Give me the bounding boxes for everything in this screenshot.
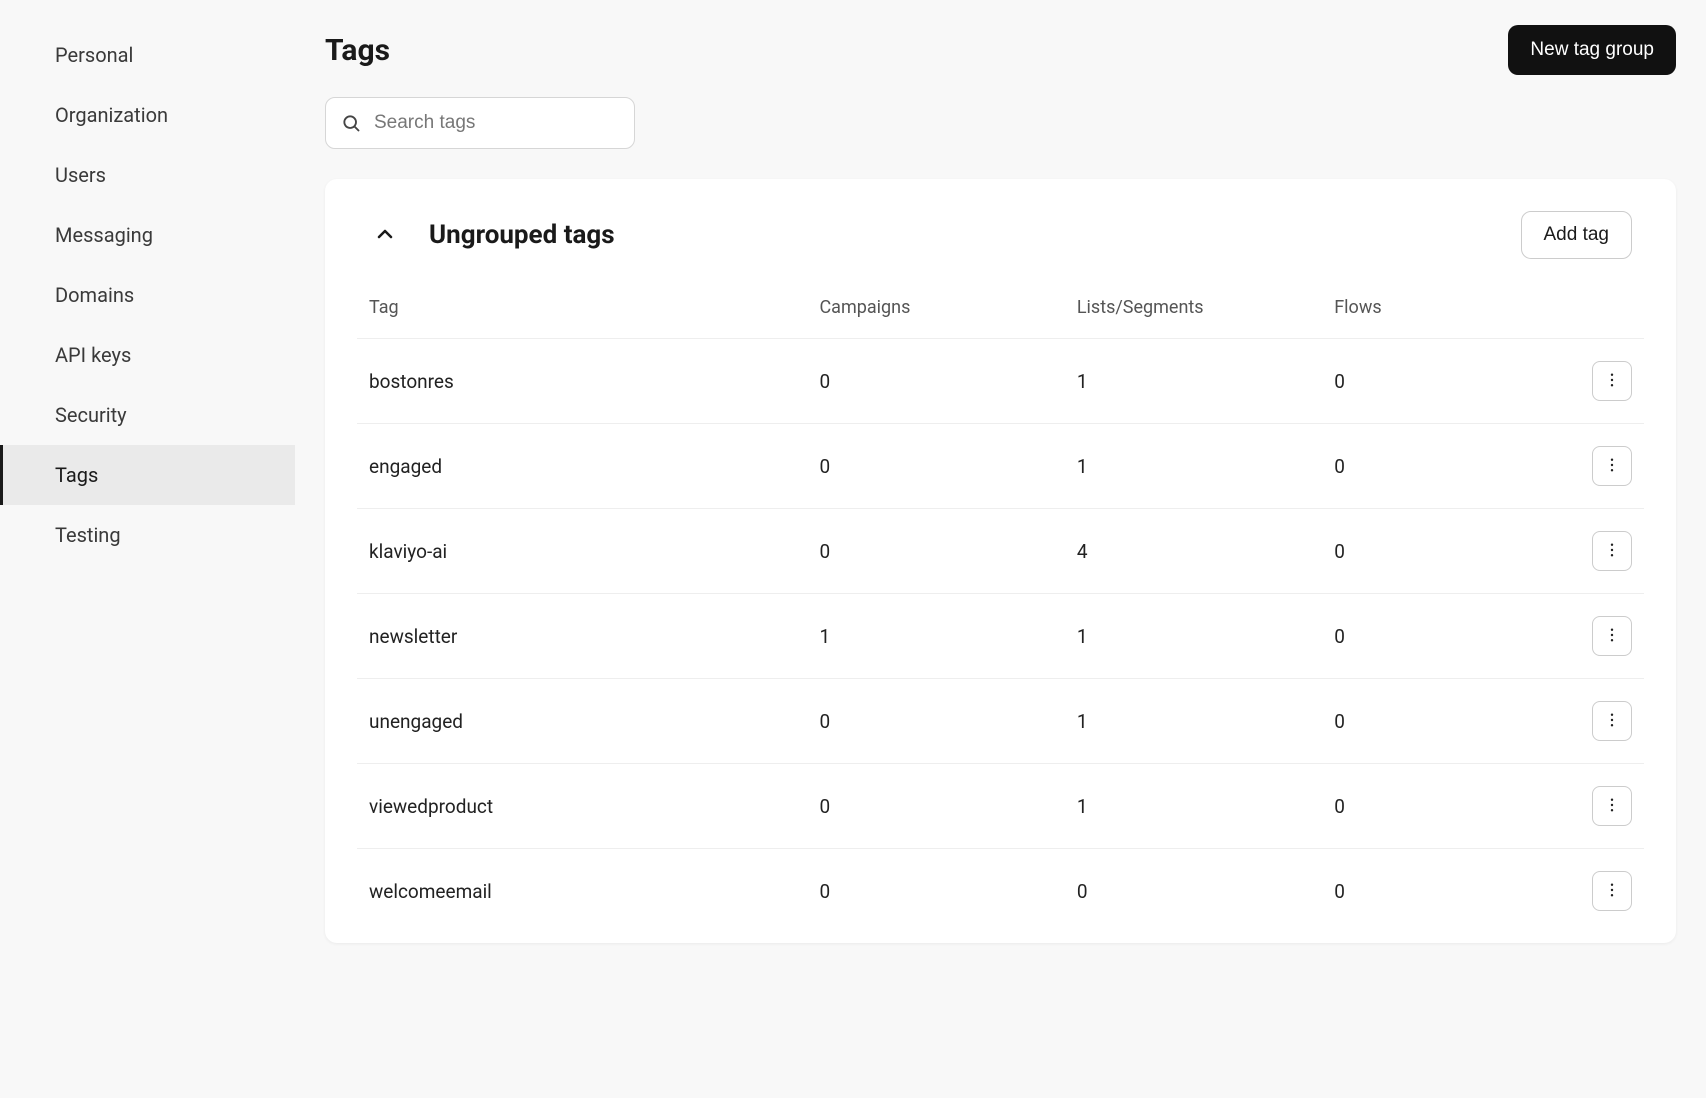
page-header: Tags New tag group	[325, 25, 1676, 75]
main-content: Tags New tag group Ungrouped tags A	[295, 0, 1706, 1098]
cell-flows: 0	[1322, 339, 1515, 424]
more-vertical-icon	[1603, 626, 1621, 647]
sidebar-item-label: Domains	[55, 283, 134, 307]
more-vertical-icon	[1603, 711, 1621, 732]
add-tag-button[interactable]: Add tag	[1521, 211, 1633, 259]
table-row: viewedproduct010	[357, 764, 1644, 849]
table-row: newsletter110	[357, 594, 1644, 679]
column-header-campaigns: Campaigns	[807, 297, 1064, 339]
column-header-flows: Flows	[1322, 297, 1515, 339]
table-row: engaged010	[357, 424, 1644, 509]
table-row: klaviyo-ai040	[357, 509, 1644, 594]
cell-flows: 0	[1322, 849, 1515, 934]
row-more-button[interactable]	[1592, 786, 1632, 826]
sidebar-item-label: Users	[55, 163, 106, 187]
tag-group-card: Ungrouped tags Add tag Tag Campaigns Lis…	[325, 179, 1676, 943]
cell-actions	[1515, 679, 1644, 764]
sidebar-item-label: Organization	[55, 103, 168, 127]
cell-actions	[1515, 594, 1644, 679]
sidebar-item-tags[interactable]: Tags	[0, 445, 295, 505]
sidebar-item-label: API keys	[55, 343, 131, 367]
cell-lists-segments: 1	[1065, 679, 1322, 764]
cell-lists-segments: 1	[1065, 339, 1322, 424]
cell-lists-segments: 1	[1065, 764, 1322, 849]
cell-flows: 0	[1322, 764, 1515, 849]
more-vertical-icon	[1603, 456, 1621, 477]
sidebar-item-api-keys[interactable]: API keys	[0, 325, 295, 385]
cell-tag: viewedproduct	[357, 764, 807, 849]
cell-campaigns: 0	[807, 339, 1064, 424]
table-row: unengaged010	[357, 679, 1644, 764]
cell-actions	[1515, 764, 1644, 849]
cell-flows: 0	[1322, 679, 1515, 764]
sidebar-item-domains[interactable]: Domains	[0, 265, 295, 325]
sidebar-item-organization[interactable]: Organization	[0, 85, 295, 145]
cell-actions	[1515, 509, 1644, 594]
cell-tag: unengaged	[357, 679, 807, 764]
cell-flows: 0	[1322, 509, 1515, 594]
sidebar-item-label: Personal	[55, 43, 133, 67]
cell-tag: newsletter	[357, 594, 807, 679]
more-vertical-icon	[1603, 881, 1621, 902]
cell-actions	[1515, 849, 1644, 934]
page-title: Tags	[325, 33, 390, 68]
collapse-toggle-button[interactable]	[369, 218, 401, 253]
sidebar-item-label: Testing	[55, 523, 121, 547]
cell-tag: engaged	[357, 424, 807, 509]
group-header: Ungrouped tags Add tag	[357, 211, 1644, 259]
tags-table: Tag Campaigns Lists/Segments Flows bosto…	[357, 297, 1644, 933]
more-vertical-icon	[1603, 541, 1621, 562]
search-input[interactable]	[325, 97, 635, 149]
cell-lists-segments: 1	[1065, 424, 1322, 509]
cell-campaigns: 0	[807, 509, 1064, 594]
cell-lists-segments: 1	[1065, 594, 1322, 679]
cell-flows: 0	[1322, 424, 1515, 509]
column-header-lists-segments: Lists/Segments	[1065, 297, 1322, 339]
sidebar-item-personal[interactable]: Personal	[0, 25, 295, 85]
cell-tag: bostonres	[357, 339, 807, 424]
cell-lists-segments: 4	[1065, 509, 1322, 594]
row-more-button[interactable]	[1592, 531, 1632, 571]
sidebar-item-label: Tags	[55, 463, 98, 487]
cell-tag: klaviyo-ai	[357, 509, 807, 594]
sidebar-item-label: Messaging	[55, 223, 153, 247]
cell-actions	[1515, 424, 1644, 509]
new-tag-group-button[interactable]: New tag group	[1508, 25, 1676, 75]
cell-campaigns: 0	[807, 679, 1064, 764]
search-icon	[341, 113, 361, 133]
cell-lists-segments: 0	[1065, 849, 1322, 934]
cell-campaigns: 0	[807, 424, 1064, 509]
chevron-up-icon	[373, 222, 397, 249]
table-row: bostonres010	[357, 339, 1644, 424]
row-more-button[interactable]	[1592, 701, 1632, 741]
column-header-actions	[1515, 297, 1644, 339]
cell-flows: 0	[1322, 594, 1515, 679]
group-title: Ungrouped tags	[429, 220, 615, 250]
more-vertical-icon	[1603, 371, 1621, 392]
cell-campaigns: 1	[807, 594, 1064, 679]
sidebar-item-users[interactable]: Users	[0, 145, 295, 205]
more-vertical-icon	[1603, 796, 1621, 817]
table-row: welcomeemail000	[357, 849, 1644, 934]
cell-campaigns: 0	[807, 764, 1064, 849]
cell-tag: welcomeemail	[357, 849, 807, 934]
row-more-button[interactable]	[1592, 361, 1632, 401]
sidebar-item-messaging[interactable]: Messaging	[0, 205, 295, 265]
cell-campaigns: 0	[807, 849, 1064, 934]
cell-actions	[1515, 339, 1644, 424]
column-header-tag: Tag	[357, 297, 807, 339]
row-more-button[interactable]	[1592, 616, 1632, 656]
sidebar-item-label: Security	[55, 403, 127, 427]
search-wrap	[325, 97, 635, 149]
sidebar: Personal Organization Users Messaging Do…	[0, 0, 295, 1098]
sidebar-item-security[interactable]: Security	[0, 385, 295, 445]
sidebar-item-testing[interactable]: Testing	[0, 505, 295, 565]
row-more-button[interactable]	[1592, 871, 1632, 911]
row-more-button[interactable]	[1592, 446, 1632, 486]
